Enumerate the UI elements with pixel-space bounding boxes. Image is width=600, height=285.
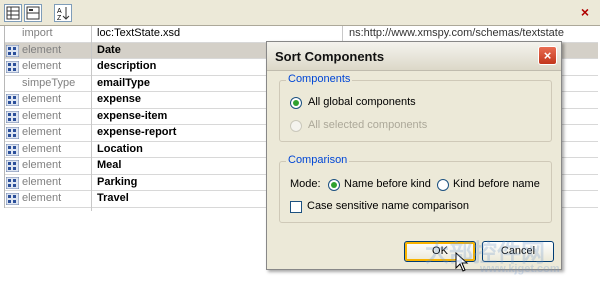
component-name: Location [97, 142, 143, 155]
component-kind: element [22, 93, 62, 105]
grid-view-icon[interactable] [4, 4, 22, 22]
dialog-title: Sort Components [275, 49, 385, 64]
element-node-icon [5, 159, 20, 173]
components-group-label: Components [286, 73, 353, 85]
element-node-icon [5, 60, 20, 74]
watermark-url: www.kjget.com [480, 263, 560, 275]
toolbar: AZ × [0, 0, 600, 26]
element-node-icon [5, 192, 20, 206]
case-sensitive-checkbox[interactable] [290, 201, 302, 213]
kind-before-name-radio[interactable] [437, 179, 449, 191]
component-kind: element [22, 159, 62, 171]
component-name: expense-item [97, 109, 168, 122]
name-before-kind-radio[interactable] [328, 179, 340, 191]
mode-label: Mode: [290, 178, 321, 190]
component-name: Travel [97, 192, 129, 204]
component-kind: element [22, 43, 62, 56]
component-kind: element [22, 175, 62, 188]
component-kind: element [22, 109, 62, 122]
element-node-icon [5, 44, 20, 57]
component-kind: element [22, 60, 62, 72]
component-name: expense-report [97, 126, 177, 138]
comparison-group: Comparison Mode: Name before kind Kind b… [279, 154, 552, 223]
component-name: Date [97, 43, 121, 56]
sort-icon[interactable]: AZ [54, 4, 72, 22]
svg-text:Z: Z [57, 15, 62, 21]
column-divider [91, 26, 92, 211]
all-global-components-label[interactable]: All global components [308, 96, 416, 108]
dialog-titlebar[interactable]: Sort Components × [267, 42, 561, 71]
component-name: description [97, 60, 157, 72]
component-kind: element [22, 142, 62, 155]
component-name: loc:TextState.xsd [97, 27, 181, 39]
component-kind: import [22, 27, 53, 39]
element-node-icon [5, 126, 20, 140]
element-node-icon [5, 93, 20, 107]
watermark: 大部控件网 www.kjget.com [425, 233, 595, 283]
component-name: Parking [97, 175, 138, 188]
component-kind: simpeType [22, 76, 76, 89]
svg-text:A: A [57, 8, 62, 15]
component-kind: element [22, 126, 62, 138]
component-name: Meal [97, 159, 122, 171]
component-kind: element [22, 192, 62, 204]
name-before-kind-label[interactable]: Name before kind [344, 178, 431, 190]
dialog-close-button[interactable]: × [538, 46, 557, 65]
case-sensitive-label[interactable]: Case sensitive name comparison [307, 200, 469, 212]
element-node-icon [5, 143, 20, 156]
component-name: emailType [97, 76, 150, 89]
all-selected-components-label: All selected components [308, 119, 428, 131]
all-global-components-radio[interactable] [290, 97, 302, 109]
close-icon[interactable]: × [578, 5, 592, 19]
split-view-icon[interactable] [24, 4, 42, 22]
comparison-group-label: Comparison [286, 154, 350, 166]
all-selected-components-radio [290, 120, 302, 132]
component-name: expense [97, 93, 142, 105]
components-group: Components All global components All sel… [279, 73, 552, 142]
element-node-icon [5, 176, 20, 189]
kind-before-name-label[interactable]: Kind before name [453, 178, 540, 190]
element-node-icon [5, 110, 20, 123]
namespace-value: ns:http://www.xmspy.com/schemas/textstat… [349, 27, 564, 39]
